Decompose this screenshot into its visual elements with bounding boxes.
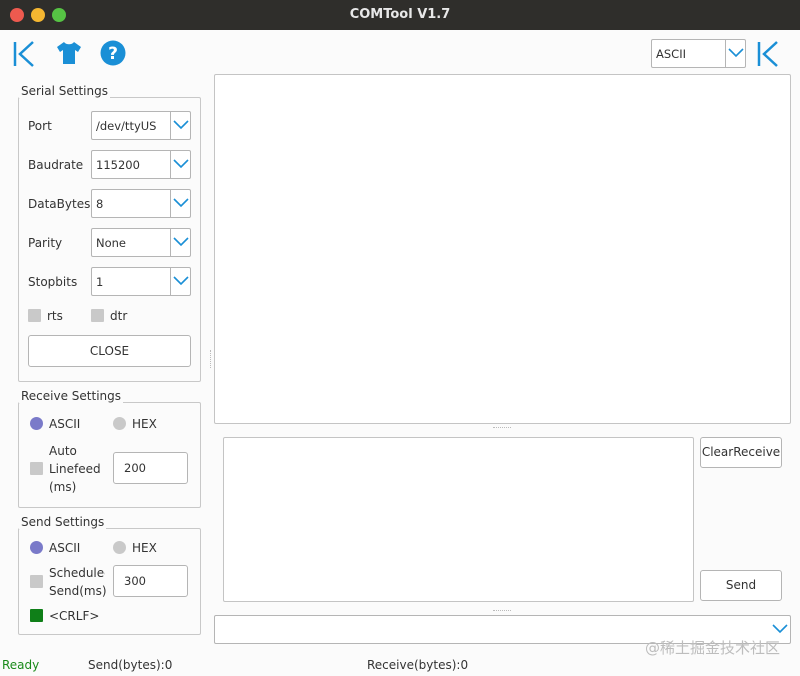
parity-value: None	[96, 236, 127, 250]
send-settings-title: Send Settings	[19, 515, 107, 529]
databytes-label: DataBytes	[28, 197, 91, 211]
auto-linefeed-label-line3: (ms)	[49, 480, 77, 494]
svg-text:?: ?	[108, 44, 118, 64]
receive-text-area[interactable]	[214, 74, 791, 424]
port-dropdown-arrow[interactable]	[170, 112, 190, 139]
receive-ascii-label: ASCII	[49, 417, 81, 431]
help-button[interactable]: ?	[100, 40, 126, 69]
encoding-value: ASCII	[656, 47, 686, 61]
auto-linefeed-input[interactable]: 200	[113, 452, 188, 484]
send-hex-radio[interactable]	[113, 541, 126, 554]
dtr-label: dtr	[110, 309, 128, 323]
chevron-down-icon	[772, 624, 788, 634]
chevron-down-icon	[173, 276, 189, 286]
collapse-right-icon	[757, 41, 778, 67]
close-port-button[interactable]: CLOSE	[28, 335, 191, 367]
send-ascii-label: ASCII	[49, 541, 81, 555]
baudrate-value: 115200	[96, 158, 140, 172]
tshirt-icon	[57, 42, 81, 64]
stopbits-value: 1	[96, 275, 104, 289]
chevron-down-icon	[173, 198, 189, 208]
send-text-area[interactable]	[223, 437, 694, 602]
crlf-label: <CRLF>	[49, 609, 100, 623]
collapse-left-icon	[13, 41, 34, 67]
dtr-checkbox[interactable]	[91, 309, 104, 322]
send-bytes-counter: Send(bytes):0	[88, 658, 173, 672]
baudrate-dropdown-arrow[interactable]	[170, 151, 190, 178]
port-select[interactable]: /dev/ttyUS	[91, 111, 191, 140]
databytes-dropdown-arrow[interactable]	[170, 190, 190, 217]
auto-linefeed-label-line2: Linefeed	[49, 462, 101, 476]
send-ascii-radio[interactable]	[30, 541, 43, 554]
baudrate-label: Baudrate	[28, 158, 84, 172]
vertical-splitter-handle[interactable]	[210, 350, 213, 368]
scheduled-send-label-line1: Schedulec	[49, 566, 105, 580]
clear-receive-button[interactable]: ClearReceive	[700, 437, 782, 468]
parity-select[interactable]: None	[91, 228, 191, 257]
help-icon: ?	[100, 40, 126, 66]
port-label: Port	[28, 119, 52, 133]
title-bar: COMTool V1.7	[0, 0, 800, 30]
horizontal-splitter-handle[interactable]	[493, 427, 511, 429]
main-window: ? ASCII Serial Settings Port /dev/ttyUS …	[0, 30, 800, 676]
watermark: @稀土掘金技术社区	[644, 639, 780, 657]
stopbits-dropdown-arrow[interactable]	[170, 268, 190, 295]
collapse-left-button[interactable]	[12, 40, 36, 71]
serial-settings-title: Serial Settings	[19, 84, 110, 98]
collapse-right-button[interactable]	[756, 40, 780, 71]
crlf-checkbox[interactable]	[30, 609, 43, 622]
receive-settings-title: Receive Settings	[19, 389, 124, 403]
databytes-value: 8	[96, 197, 104, 211]
chevron-down-icon	[173, 120, 189, 130]
receive-bytes-counter: Receive(bytes):0	[367, 658, 469, 672]
rts-checkbox[interactable]	[28, 309, 41, 322]
auto-linefeed-checkbox[interactable]	[30, 462, 43, 475]
port-value: /dev/ttyUS	[96, 119, 157, 133]
scheduled-send-checkbox[interactable]	[30, 575, 43, 588]
chevron-down-icon	[173, 159, 189, 169]
chevron-down-icon	[728, 48, 744, 58]
chevron-down-icon	[173, 237, 189, 247]
send-button[interactable]: Send	[700, 570, 782, 601]
status-ready: Ready	[2, 658, 40, 672]
receive-hex-radio[interactable]	[113, 417, 126, 430]
auto-linefeed-label-line1: Auto	[49, 444, 77, 458]
receive-ascii-radio[interactable]	[30, 417, 43, 430]
encoding-dropdown-arrow[interactable]	[725, 40, 745, 67]
scheduled-send-label-line2: Send(ms)	[49, 584, 107, 598]
send-hex-label: HEX	[132, 541, 157, 555]
rts-label: rts	[47, 309, 63, 323]
databytes-select[interactable]: 8	[91, 189, 191, 218]
parity-label: Parity	[28, 236, 63, 250]
stopbits-select[interactable]: 1	[91, 267, 191, 296]
encoding-select[interactable]: ASCII	[651, 39, 746, 68]
window-title: COMTool V1.7	[349, 7, 451, 22]
stopbits-label: Stopbits	[28, 275, 78, 289]
theme-button[interactable]	[56, 41, 82, 68]
parity-dropdown-arrow[interactable]	[170, 229, 190, 256]
baudrate-select[interactable]: 115200	[91, 150, 191, 179]
scheduled-send-input[interactable]: 300	[113, 565, 188, 597]
send-splitter-handle[interactable]	[493, 610, 511, 612]
receive-hex-label: HEX	[132, 417, 157, 431]
